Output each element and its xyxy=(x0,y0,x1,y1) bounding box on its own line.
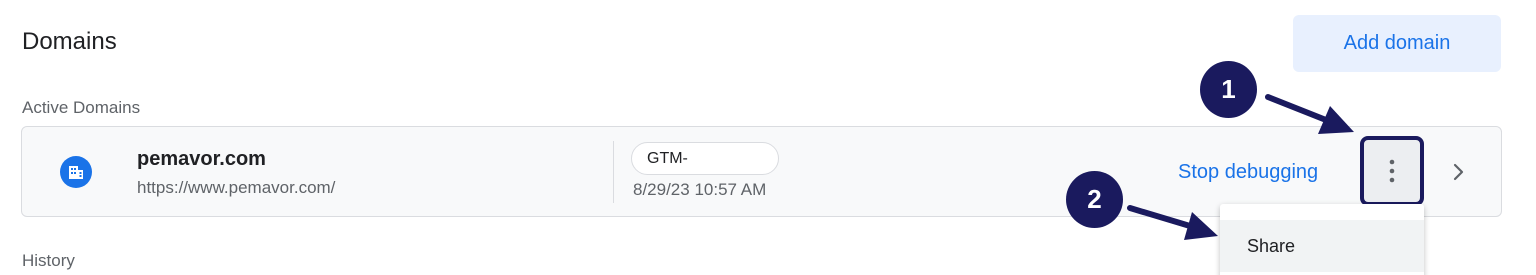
callout-badge-1: 1 xyxy=(1200,61,1257,118)
callout-arrow-1 xyxy=(1265,94,1354,134)
annotation-arrows xyxy=(1127,94,1354,240)
callout-arrow-2 xyxy=(1127,205,1218,240)
callout-badge-2: 2 xyxy=(1066,171,1123,228)
